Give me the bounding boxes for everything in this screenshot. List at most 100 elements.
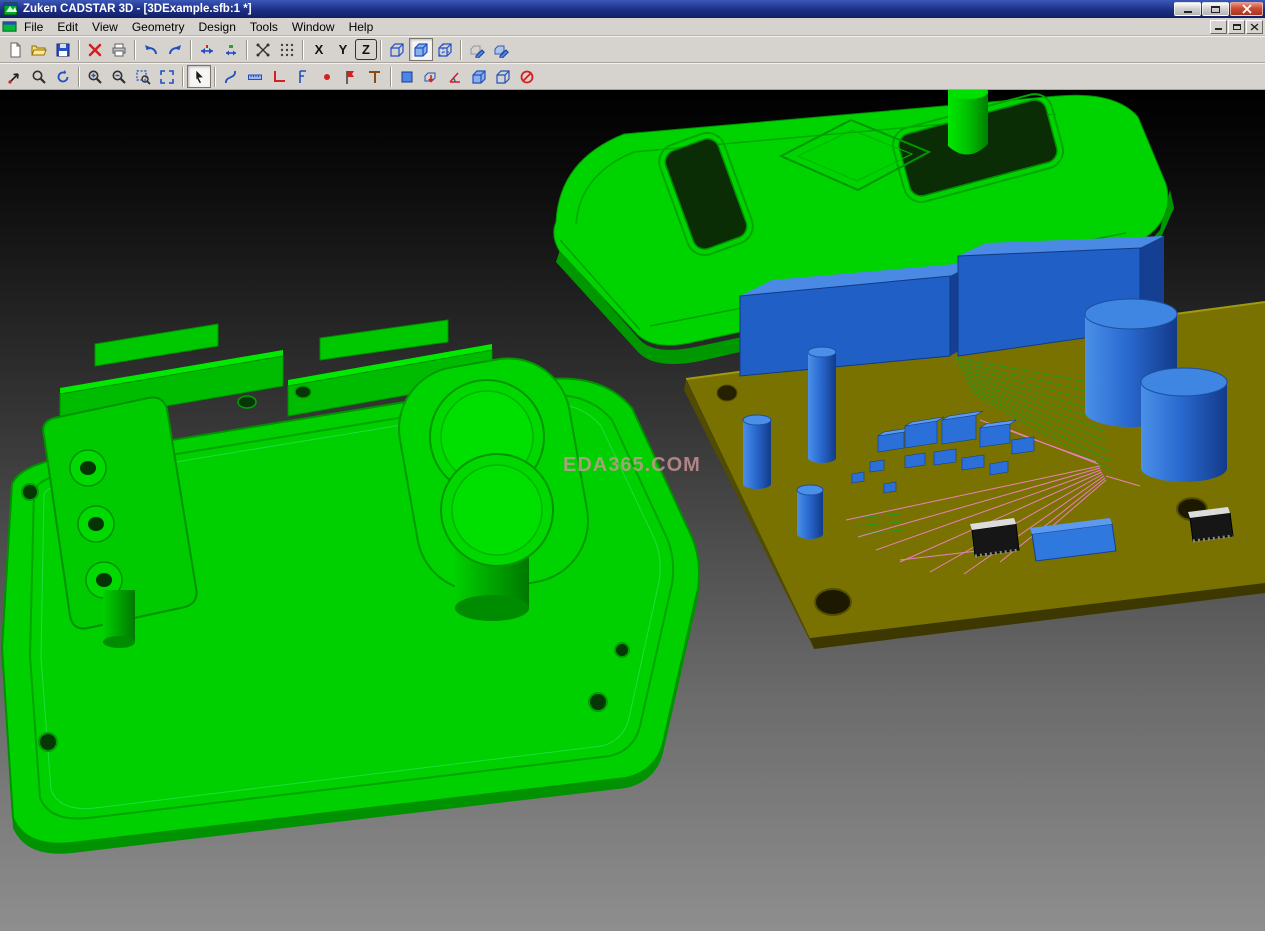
dimension-button[interactable] — [291, 65, 315, 88]
measure-angle-button[interactable] — [267, 65, 291, 88]
menu-edit[interactable]: Edit — [50, 19, 85, 35]
spline-icon — [225, 70, 236, 83]
angle-dimension-button[interactable] — [443, 65, 467, 88]
face-fill-button[interactable] — [395, 65, 419, 88]
point-button[interactable] — [315, 65, 339, 88]
axis-z-button[interactable]: Z — [355, 39, 377, 60]
delete-button[interactable] — [83, 38, 107, 61]
hidden-line-cube-icon — [438, 42, 452, 57]
base-slot — [294, 385, 312, 399]
walk-arrow-icon — [8, 72, 19, 84]
zoom-window-icon — [136, 69, 151, 85]
assembly-box-button[interactable] — [491, 65, 515, 88]
toolbar-standard: X Y Z — [0, 36, 1265, 63]
toolbar-separator — [214, 66, 216, 87]
wireframe-view-button[interactable] — [385, 38, 409, 61]
walk-mode-button[interactable] — [3, 65, 27, 88]
maximize-icon — [1211, 5, 1220, 13]
document-icon[interactable] — [2, 19, 17, 34]
datum-flag-button[interactable] — [339, 65, 363, 88]
titlebar[interactable]: Zuken CADSTAR 3D - [3DExample.sfb:1 *] — [0, 0, 1265, 18]
menu-file[interactable]: File — [17, 19, 50, 35]
spline-button[interactable] — [219, 65, 243, 88]
toolbar-separator — [380, 39, 382, 60]
app-window: Zuken CADSTAR 3D - [3DExample.sfb:1 *] F… — [0, 0, 1265, 931]
zoom-out-icon — [112, 70, 126, 84]
pencil-cube-icon — [470, 45, 485, 58]
menu-view[interactable]: View — [85, 19, 125, 35]
zoom-mode-button[interactable] — [27, 65, 51, 88]
print-button[interactable] — [107, 38, 131, 61]
hidden-line-view-button[interactable] — [433, 38, 457, 61]
measure-vertical-button[interactable] — [219, 38, 243, 61]
solid-box-button[interactable] — [467, 65, 491, 88]
solid-cube-icon — [472, 69, 486, 84]
toolbar-separator — [134, 39, 136, 60]
mdi-minimize-button[interactable] — [1210, 19, 1227, 34]
base-screw-hole — [588, 692, 608, 712]
pencil-cube-filled-icon — [494, 45, 509, 58]
lid-peg — [948, 90, 988, 155]
distance-horizontal-icon — [201, 44, 213, 54]
new-button[interactable] — [3, 38, 27, 61]
dimension-f-icon — [299, 69, 306, 83]
mdi-close-icon — [1250, 22, 1259, 31]
sketch-3d-button[interactable] — [489, 38, 513, 61]
toolbar-separator — [190, 39, 192, 60]
axis-x-label: X — [314, 42, 324, 57]
ic-chip-1 — [970, 518, 1020, 558]
menu-window[interactable]: Window — [285, 19, 342, 35]
axis-x-button[interactable]: X — [307, 38, 331, 61]
zoom-in-button[interactable] — [83, 65, 107, 88]
mdi-close-button[interactable] — [1246, 19, 1263, 34]
zoom-window-button[interactable] — [131, 65, 155, 88]
mdi-restore-button[interactable] — [1228, 19, 1245, 34]
zoom-extents-icon — [160, 69, 174, 84]
menu-design[interactable]: Design — [192, 19, 243, 35]
shaded-view-button[interactable] — [409, 38, 433, 61]
delete-icon — [88, 43, 102, 56]
measure-distance-button[interactable] — [243, 65, 267, 88]
toolbar-separator — [78, 39, 80, 60]
enclosure-base-model[interactable] — [0, 319, 700, 854]
axis-y-button[interactable]: Y — [331, 38, 355, 61]
zoom-out-button[interactable] — [107, 65, 131, 88]
capacitor-large-2 — [1140, 367, 1228, 482]
axis-y-label: Y — [338, 42, 348, 57]
undo-button[interactable] — [139, 38, 163, 61]
measure-horizontal-button[interactable] — [195, 38, 219, 61]
clash-check-off-button[interactable] — [515, 65, 539, 88]
blue-ruler-icon — [248, 74, 262, 80]
open-folder-icon — [31, 45, 47, 55]
toolbar-separator — [302, 39, 304, 60]
snap-cross-icon — [256, 43, 270, 56]
sketch-on-face-button[interactable] — [465, 38, 489, 61]
extrude-button[interactable] — [419, 65, 443, 88]
mdi-restore-icon — [1232, 23, 1241, 30]
pcb-hole — [814, 588, 852, 616]
orbit-mode-button[interactable] — [51, 65, 75, 88]
menu-tools[interactable]: Tools — [243, 19, 285, 35]
snap-point-button[interactable] — [251, 38, 275, 61]
redo-button[interactable] — [163, 38, 187, 61]
base-slot — [237, 395, 257, 409]
maximize-button[interactable] — [1202, 2, 1229, 16]
menu-geometry[interactable]: Geometry — [125, 19, 192, 35]
circle-slash-icon — [520, 70, 534, 83]
select-button[interactable] — [187, 65, 211, 88]
menu-help[interactable]: Help — [342, 19, 381, 35]
app-icon — [3, 2, 18, 16]
axes-button[interactable] — [363, 65, 387, 88]
zoom-extents-button[interactable] — [155, 65, 179, 88]
viewport-3d[interactable]: EDA365.COM — [0, 90, 1265, 931]
pcb-model[interactable] — [684, 236, 1265, 649]
save-button[interactable] — [51, 38, 75, 61]
grid-button[interactable] — [275, 38, 299, 61]
window-title: Zuken CADSTAR 3D - [3DExample.sfb:1 *] — [23, 3, 252, 15]
close-button[interactable] — [1230, 2, 1263, 16]
minimize-button[interactable] — [1174, 2, 1201, 16]
base-screw-hole — [614, 642, 630, 658]
open-button[interactable] — [27, 38, 51, 61]
toolbar-view — [0, 63, 1265, 90]
red-dot-icon — [324, 73, 330, 80]
